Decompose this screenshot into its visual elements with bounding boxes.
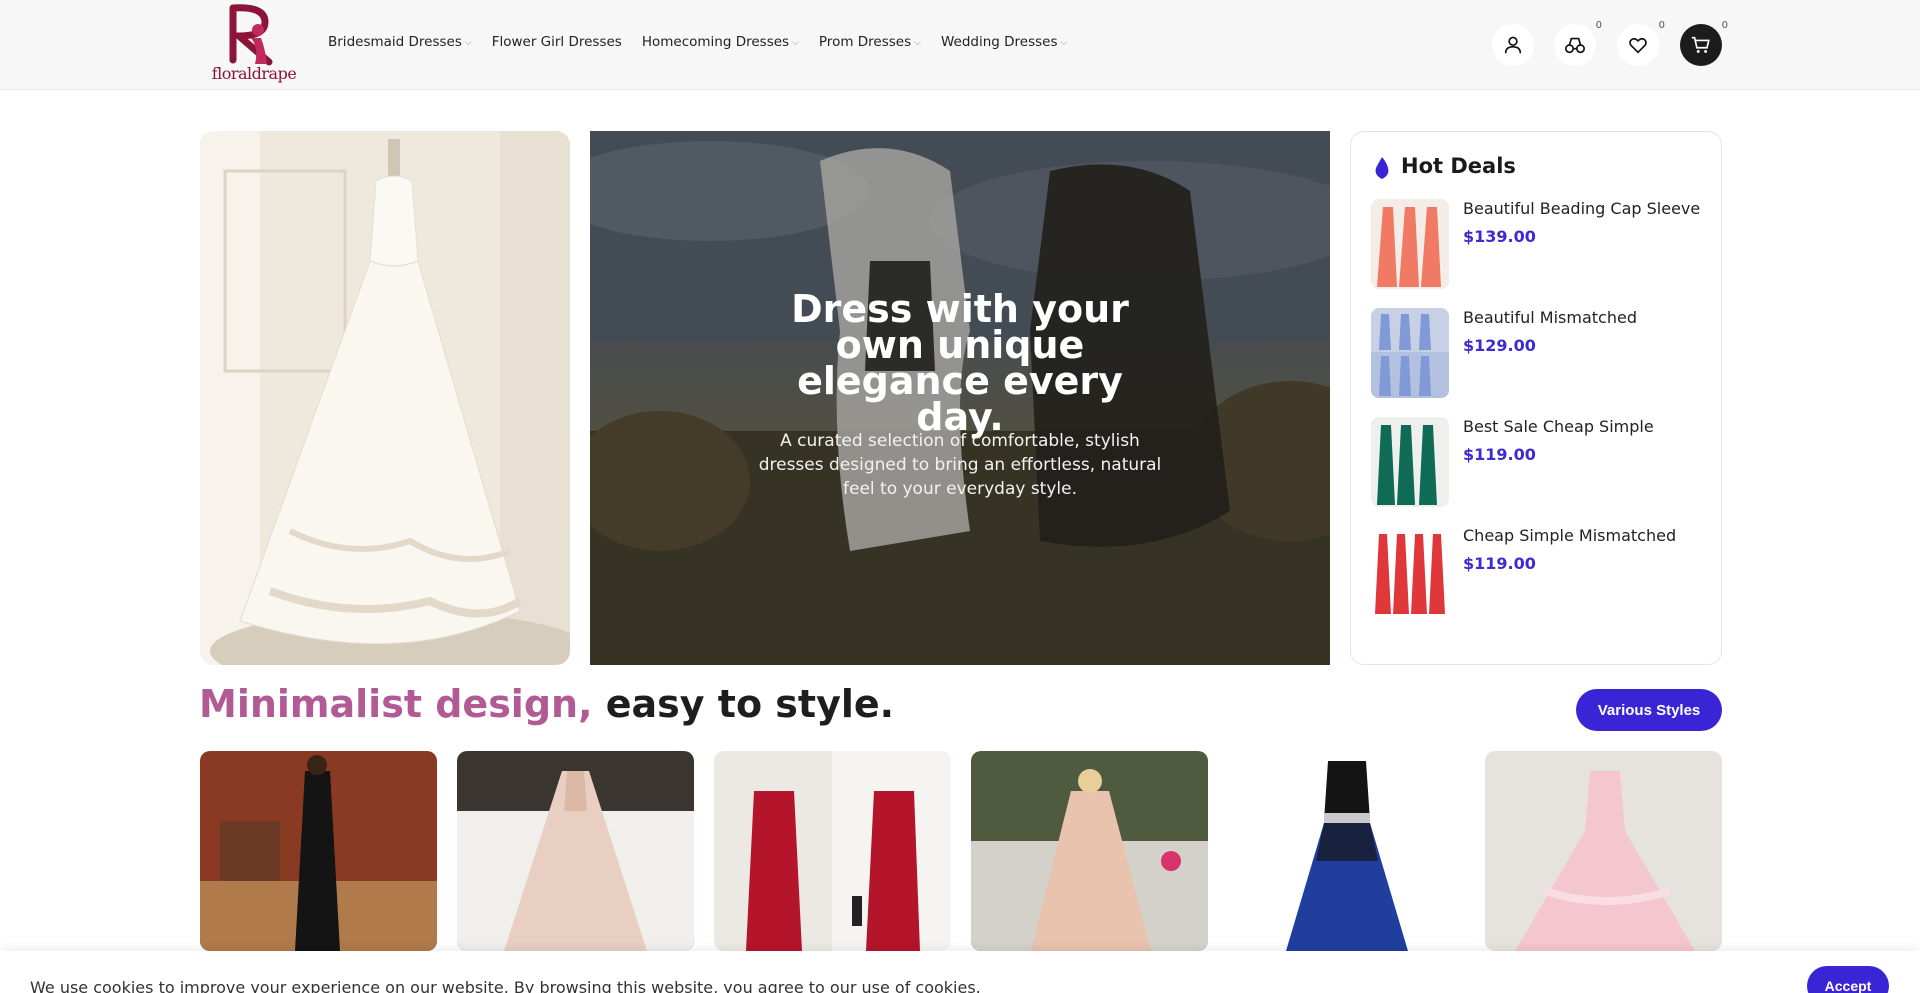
product-grid [200,751,1722,951]
cart-icon [1691,36,1710,53]
user-icon [1504,36,1522,54]
hero-headline: Dress with your own unique elegance ever… [791,287,1129,439]
deal-name[interactable]: Beautiful Beading Cap Sleeve [1463,199,1700,218]
deal-image[interactable] [1371,308,1449,398]
hero-subtext: A curated selection of comfortable, styl… [758,431,1162,499]
product-image [1485,751,1722,951]
deal-price: $119.00 [1463,445,1536,464]
product-card[interactable] [1228,751,1465,951]
product-image [200,751,437,951]
dress-thumbnail [1371,199,1449,289]
hot-deals-title: Hot Deals [1401,154,1516,178]
product-image [714,751,951,951]
deal-price: $139.00 [1463,227,1536,246]
compare-count-badge: 0 [1595,20,1602,31]
deal-price: $119.00 [1463,554,1536,573]
heart-icon [1629,37,1647,54]
deal-item[interactable]: Best Sale Cheap Simple $119.00 [1371,417,1711,507]
product-image [457,751,694,951]
hot-deals-panel: Hot Deals Beautiful Beading Cap Sleeve $… [1350,131,1722,665]
logo-text: floraldrape [211,64,297,83]
deal-name[interactable]: Beautiful Mismatched [1463,308,1637,327]
deal-item[interactable]: Beautiful Beading Cap Sleeve $139.00 [1371,199,1711,289]
section-heading-accent: Minimalist design, [199,682,593,726]
chevron-down-icon: ⌵ [464,38,472,48]
chevron-down-icon: ⌵ [1060,38,1068,48]
compare-icon [1565,37,1585,54]
nav-item-label: Homecoming Dresses [641,34,790,50]
nav-item-label: Wedding Dresses [940,34,1058,50]
brand-logo[interactable]: floraldrape [209,4,299,86]
nav-item-label: Bridesmaid Dresses [328,34,462,50]
chevron-down-icon: ⌵ [792,38,799,48]
account-button[interactable] [1492,24,1534,66]
cookie-message: We use cookies to improve your experienc… [30,978,981,993]
dress-thumbnail [1371,417,1449,507]
deal-image[interactable] [1371,417,1449,507]
deal-image[interactable] [1371,199,1449,289]
nav-item-bridesmaid-dresses[interactable]: Bridesmaid Dresses ⌵ [328,34,472,50]
product-card[interactable] [971,751,1208,951]
product-image [1228,751,1465,951]
product-card[interactable] [714,751,951,951]
cart-button[interactable]: 0 [1680,20,1728,66]
nav-item-flower-girl-dresses[interactable]: Flower Girl Dresses [492,34,622,50]
dress-thumbnail [1371,526,1449,616]
compare-button[interactable]: 0 [1554,20,1602,66]
site-header: floraldrape Bridesmaid Dresses ⌵ Flower … [0,0,1920,90]
product-card[interactable] [1485,751,1722,951]
deal-price: $129.00 [1463,336,1536,355]
section-heading-rest: easy to style. [592,682,895,726]
product-card[interactable] [457,751,694,951]
deal-image[interactable] [1371,526,1449,616]
nav-item-homecoming-dresses[interactable]: Homecoming Dresses ⌵ [642,34,799,50]
deal-item[interactable]: Cheap Simple Mismatched $119.00 [1371,526,1711,616]
cart-count-badge: 0 [1721,20,1728,31]
dress-thumbnail [1371,308,1449,398]
nav-item-wedding-dresses[interactable]: Wedding Dresses ⌵ [941,34,1067,50]
wishlist-count-badge: 0 [1658,20,1665,31]
various-styles-button[interactable]: Various Styles [1576,689,1722,731]
product-image [971,751,1208,951]
deal-name[interactable]: Cheap Simple Mismatched [1463,526,1676,545]
hero-banner[interactable]: Dress with your own unique elegance ever… [590,131,1330,665]
chevron-down-icon: ⌵ [914,38,921,48]
deal-name[interactable]: Best Sale Cheap Simple [1463,417,1654,436]
nav-item-label: Flower Girl Dresses [491,34,622,50]
main-nav: Bridesmaid Dresses ⌵ Flower Girl Dresses… [328,34,1087,50]
wishlist-button[interactable]: 0 [1617,20,1665,66]
hero-side-image[interactable] [200,131,570,665]
deal-item[interactable]: Beautiful Mismatched $129.00 [1371,308,1711,398]
nav-item-prom-dresses[interactable]: Prom Dresses ⌵ [819,34,921,50]
nav-item-label: Prom Dresses [818,34,912,50]
section-heading: Minimalist design, easy to style. [199,682,894,726]
wedding-gown-image [200,131,570,665]
logo-mark-icon [229,4,273,66]
cookie-banner: We use cookies to improve your experienc… [0,951,1920,993]
product-card[interactable] [200,751,437,951]
accept-cookies-button[interactable]: Accept [1807,966,1889,993]
flame-icon [1375,157,1389,179]
